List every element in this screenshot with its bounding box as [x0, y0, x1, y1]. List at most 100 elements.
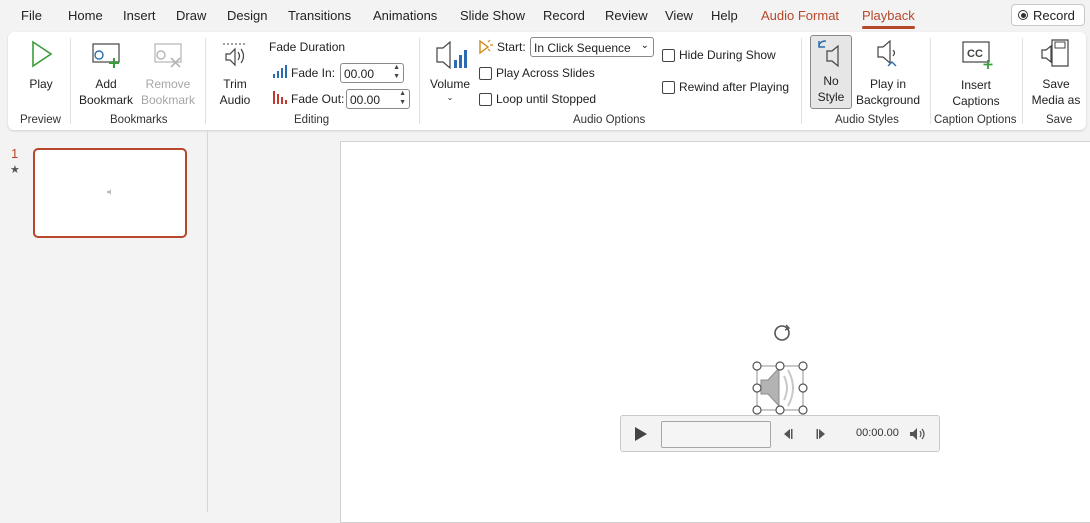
play-across-slides-checkbox[interactable]: [479, 67, 492, 80]
separator: [930, 38, 931, 124]
slide-thumbnail[interactable]: [33, 148, 187, 238]
start-label: Start:: [497, 40, 526, 54]
group-preview: Preview: [20, 114, 61, 126]
volume-button[interactable]: Volume ⌄: [426, 36, 474, 108]
audio-player: 00:00.00: [620, 415, 940, 452]
no-style-icon: [818, 40, 839, 68]
closed-captions-icon: CC: [962, 41, 993, 69]
volume-icon[interactable]: [909, 427, 927, 441]
resize-handles[interactable]: [752, 361, 808, 415]
record-icon: [1018, 10, 1028, 20]
separator: [70, 38, 71, 124]
start-select[interactable]: In Click Sequence ⌄: [530, 37, 654, 57]
rewind-after-playing-label: Rewind after Playing: [679, 80, 790, 94]
hide-during-show-checkbox[interactable]: [662, 49, 675, 62]
fade-out-input[interactable]: 00.00 ▲ ▼: [346, 89, 410, 109]
add-bookmark-label-1: Add: [95, 77, 117, 91]
play-in-background-label-1: Play in: [869, 77, 907, 91]
fade-out-icon: [273, 91, 287, 104]
rotate-handle-icon[interactable]: [774, 324, 791, 341]
tab-home[interactable]: Home: [68, 8, 103, 23]
spin-down-icon[interactable]: ▼: [399, 99, 406, 106]
remove-bookmark-icon: [154, 43, 182, 68]
add-bookmark-label-2: Bookmark: [78, 93, 134, 107]
separator: [205, 38, 206, 124]
tab-record[interactable]: Record: [543, 8, 585, 23]
separator: [1022, 38, 1023, 124]
remove-bookmark-button[interactable]: Remove Bookmark: [138, 36, 198, 108]
remove-bookmark-label-1: Remove: [145, 77, 191, 91]
volume-icon: [436, 40, 467, 70]
play-in-background-icon: [877, 39, 897, 67]
hide-during-show-label: Hide During Show: [679, 48, 776, 62]
trim-audio-button[interactable]: Trim Audio: [212, 36, 258, 108]
tab-playback[interactable]: Playback: [862, 8, 915, 29]
skip-back-icon[interactable]: [781, 427, 795, 441]
play-in-background-label-2: Background: [855, 93, 921, 107]
insert-captions-button[interactable]: CC Insert Captions: [940, 36, 1012, 108]
group-audio-styles: Audio Styles: [835, 114, 899, 126]
play-icon[interactable]: [633, 426, 649, 442]
tab-design[interactable]: Design: [227, 8, 267, 23]
fade-duration-label: Fade Duration: [269, 40, 346, 54]
insert-captions-label-2: Captions: [952, 94, 1000, 108]
loop-until-stopped-label: Loop until Stopped: [496, 92, 597, 106]
fade-in-icon: [273, 65, 287, 78]
fade-out-value: 00.00: [350, 93, 381, 107]
animation-star-icon: ★: [10, 164, 20, 176]
save-media-label-2: Media as: [1031, 93, 1081, 107]
fade-in-value: 00.00: [344, 67, 375, 81]
tab-insert[interactable]: Insert: [123, 8, 156, 23]
play-in-background-button[interactable]: Play in Background: [854, 36, 922, 108]
group-bookmarks: Bookmarks: [110, 114, 168, 126]
tab-view[interactable]: View: [665, 8, 693, 23]
tab-file[interactable]: File: [21, 8, 42, 23]
tab-animations[interactable]: Animations: [373, 8, 437, 23]
remove-bookmark-label-2: Bookmark: [140, 93, 196, 107]
trim-audio-label-2: Audio: [219, 93, 251, 107]
fade-in-input[interactable]: 00.00 ▲ ▼: [340, 63, 404, 83]
group-editing: Editing: [294, 114, 330, 126]
audio-progress-bar[interactable]: [661, 421, 771, 448]
slide-number: 1: [11, 146, 19, 161]
menu-bar: File Home Insert Draw Design Transitions…: [0, 0, 1090, 32]
player-time: 00:00.00: [856, 427, 899, 439]
ribbon: Play Preview Add Bookmark Remove Bookmar…: [8, 32, 1086, 130]
add-bookmark-button[interactable]: Add Bookmark: [76, 36, 136, 108]
play-label: Play: [29, 77, 53, 91]
tab-transitions[interactable]: Transitions: [288, 8, 351, 23]
group-audio-options: Audio Options: [573, 114, 646, 126]
insert-captions-label-1: Insert: [960, 78, 991, 92]
spin-up-icon[interactable]: ▲: [399, 90, 406, 97]
chevron-down-icon: ⌄: [446, 93, 454, 102]
play-button[interactable]: Play: [18, 36, 64, 96]
rewind-after-playing-checkbox[interactable]: [662, 81, 675, 94]
tab-review[interactable]: Review: [605, 8, 648, 23]
tab-audio-format[interactable]: Audio Format: [761, 8, 839, 23]
spin-up-icon[interactable]: ▲: [393, 64, 400, 71]
play-icon: [32, 40, 53, 68]
slide-canvas[interactable]: [340, 141, 1090, 523]
spin-down-icon[interactable]: ▼: [393, 73, 400, 80]
record-button[interactable]: Record: [1011, 4, 1085, 26]
add-bookmark-icon: [92, 43, 120, 68]
save-media-as-button[interactable]: Save Media as: [1028, 36, 1084, 108]
tab-help[interactable]: Help: [711, 8, 738, 23]
trim-audio-icon: [223, 43, 247, 67]
save-media-label-1: Save: [1042, 77, 1070, 91]
tab-draw[interactable]: Draw: [176, 8, 206, 23]
audio-object[interactable]: [750, 320, 812, 418]
chevron-down-icon: ⌄: [640, 40, 649, 51]
start-select-value: In Click Sequence: [534, 41, 631, 55]
play-across-slides-label: Play Across Slides: [496, 66, 595, 80]
no-style-button[interactable]: No Style: [810, 35, 852, 109]
svg-text:CC: CC: [967, 48, 983, 60]
tab-slide-show[interactable]: Slide Show: [460, 8, 525, 23]
group-save: Save: [1046, 114, 1073, 126]
loop-until-stopped-checkbox[interactable]: [479, 93, 492, 106]
start-icon: [479, 39, 493, 55]
record-button-label: Record: [1033, 7, 1075, 23]
skip-forward-icon[interactable]: [814, 427, 828, 441]
no-style-label-1: No: [823, 74, 839, 88]
group-caption-options: Caption Options: [934, 114, 1017, 126]
